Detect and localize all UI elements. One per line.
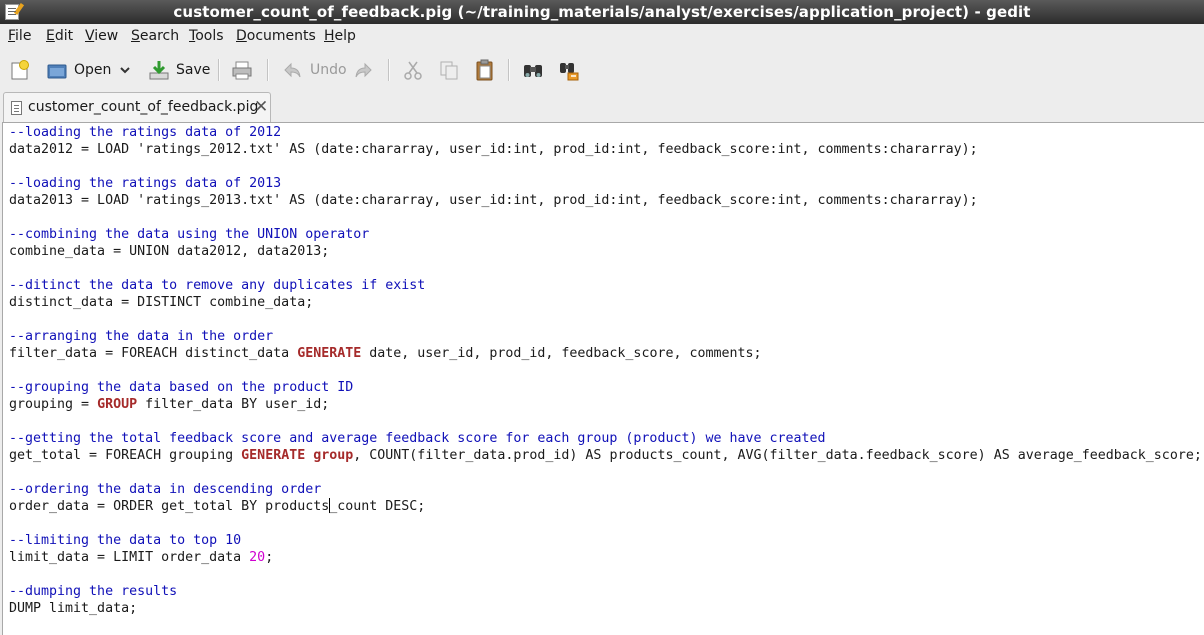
document-tab-strip: customer_count_of_feedback.pig ✕ bbox=[0, 90, 1204, 123]
redo-icon bbox=[355, 62, 372, 78]
undo-button[interactable]: Undo bbox=[282, 58, 347, 82]
code-text: filter_data BY user_id; bbox=[137, 397, 330, 412]
menu-view[interactable]: View bbox=[85, 28, 118, 44]
scissors-icon bbox=[404, 61, 422, 80]
find-button[interactable] bbox=[522, 58, 544, 82]
toolbar-separator bbox=[508, 59, 510, 81]
copy-icon bbox=[440, 61, 458, 80]
paste-button[interactable] bbox=[474, 58, 496, 82]
code-line: filter_data = FOREACH distinct_data GENE… bbox=[9, 345, 762, 362]
menu-tools-mnemonic: T bbox=[189, 28, 196, 44]
code-line-comment: --arranging the data in the order bbox=[9, 329, 274, 344]
code-line-comment: --combining the data using the UNION ope… bbox=[9, 227, 370, 242]
toolbar: Open Save Undo bbox=[0, 49, 1204, 91]
code-line: combine_data = UNION data2012, data2013; bbox=[9, 244, 330, 259]
code-line-comment: --loading the ratings data of 2012 bbox=[9, 125, 282, 140]
code-text: limit_data = LIMIT order_data bbox=[9, 550, 250, 565]
undo-button-label: Undo bbox=[310, 62, 347, 78]
code-text: get_total = FOREACH grouping bbox=[9, 448, 242, 463]
code-text: _count DESC; bbox=[329, 499, 426, 514]
menu-documents[interactable]: Documents bbox=[236, 28, 316, 44]
save-button-label: Save bbox=[176, 62, 211, 78]
keyword-group: GROUP bbox=[97, 397, 138, 412]
menu-documents-mnemonic: D bbox=[236, 28, 247, 44]
tab-label: customer_count_of_feedback.pig bbox=[28, 99, 259, 115]
undo-icon bbox=[284, 62, 301, 78]
menu-view-mnemonic: V bbox=[85, 28, 95, 44]
find-replace-button[interactable] bbox=[558, 58, 580, 82]
menu-file-mnemonic: F bbox=[8, 28, 16, 44]
menu-help-mnemonic: H bbox=[324, 28, 335, 44]
open-recent-dropdown[interactable] bbox=[118, 58, 132, 82]
copy-button[interactable] bbox=[438, 58, 460, 82]
toolbar-separator bbox=[388, 59, 390, 81]
open-button-label: Open bbox=[74, 62, 112, 78]
text-editor-area[interactable]: --loading the ratings data of 2012 data2… bbox=[2, 122, 1204, 635]
code-line: limit_data = LIMIT order_data 20; bbox=[9, 549, 273, 566]
code-line: order_data = ORDER get_total BY products… bbox=[9, 498, 425, 515]
menu-search-mnemonic: S bbox=[131, 28, 140, 44]
window-title-bar[interactable]: customer_count_of_feedback.pig (~/traini… bbox=[0, 0, 1204, 24]
code-line-comment: --limiting the data to top 10 bbox=[9, 533, 242, 548]
code-line-comment: --getting the total feedback score and a… bbox=[9, 431, 826, 446]
binoculars-icon bbox=[524, 65, 542, 77]
code-line: DUMP limit_data; bbox=[9, 601, 138, 616]
menu-edit-mnemonic: E bbox=[46, 28, 55, 44]
print-button[interactable] bbox=[231, 58, 253, 82]
printer-icon bbox=[232, 61, 252, 80]
menu-search[interactable]: Search bbox=[131, 28, 179, 44]
code-text: grouping = bbox=[9, 397, 98, 412]
open-button[interactable]: Open bbox=[46, 58, 111, 82]
text-document-icon bbox=[11, 101, 22, 115]
menu-help[interactable]: Help bbox=[324, 28, 356, 44]
cut-button[interactable] bbox=[402, 58, 424, 82]
chevron-down-icon bbox=[120, 67, 130, 74]
code-text: filter_data = FOREACH distinct_data bbox=[9, 346, 298, 361]
code-line-comment: --ordering the data in descending order bbox=[9, 482, 322, 497]
keyword-generate: GENERATE bbox=[297, 346, 362, 361]
window-title: customer_count_of_feedback.pig (~/traini… bbox=[173, 3, 1031, 21]
save-icon bbox=[149, 61, 169, 80]
code-line: distinct_data = DISTINCT combine_data; bbox=[9, 295, 314, 310]
menu-edit[interactable]: Edit bbox=[46, 28, 73, 44]
code-text: , COUNT(filter_data.prod_id) AS products… bbox=[353, 448, 1202, 463]
find-replace-icon bbox=[560, 63, 579, 81]
keyword-group: group bbox=[313, 448, 354, 463]
code-line-comment: --loading the ratings data of 2013 bbox=[9, 176, 282, 191]
code-line-comment: --dumping the results bbox=[9, 584, 178, 599]
keyword-generate: GENERATE bbox=[241, 448, 306, 463]
code-text: date, user_id, prod_id, feedback_score, … bbox=[361, 346, 762, 361]
menu-bar: File Edit View Search Tools Documents He… bbox=[0, 24, 1204, 49]
code-line: data2012 = LOAD 'ratings_2012.txt' AS (d… bbox=[9, 142, 978, 157]
code-text: ; bbox=[265, 550, 274, 565]
open-folder-icon bbox=[47, 64, 67, 79]
code-line: get_total = FOREACH grouping GENERATE gr… bbox=[9, 447, 1202, 464]
code-text: order_data = ORDER get_total BY products bbox=[9, 499, 330, 514]
code-line-comment: --ditinct the data to remove any duplica… bbox=[9, 278, 426, 293]
paste-clipboard-icon bbox=[476, 59, 493, 81]
redo-button[interactable] bbox=[352, 58, 374, 82]
code-line: data2013 = LOAD 'ratings_2013.txt' AS (d… bbox=[9, 193, 978, 208]
new-document-icon bbox=[11, 60, 29, 80]
code-line-comment: --grouping the data based on the product… bbox=[9, 380, 354, 395]
toolbar-separator bbox=[218, 59, 220, 81]
number-literal: 20 bbox=[249, 550, 266, 565]
new-document-button[interactable] bbox=[9, 58, 31, 82]
close-tab-icon[interactable]: ✕ bbox=[254, 98, 268, 116]
tab-customer-count-of-feedback[interactable]: customer_count_of_feedback.pig ✕ bbox=[3, 92, 271, 123]
save-button[interactable]: Save bbox=[148, 58, 210, 82]
menu-file[interactable]: File bbox=[8, 28, 31, 44]
code-line: grouping = GROUP filter_data BY user_id; bbox=[9, 396, 329, 413]
menu-tools[interactable]: Tools bbox=[189, 28, 224, 44]
toolbar-separator bbox=[267, 59, 269, 81]
